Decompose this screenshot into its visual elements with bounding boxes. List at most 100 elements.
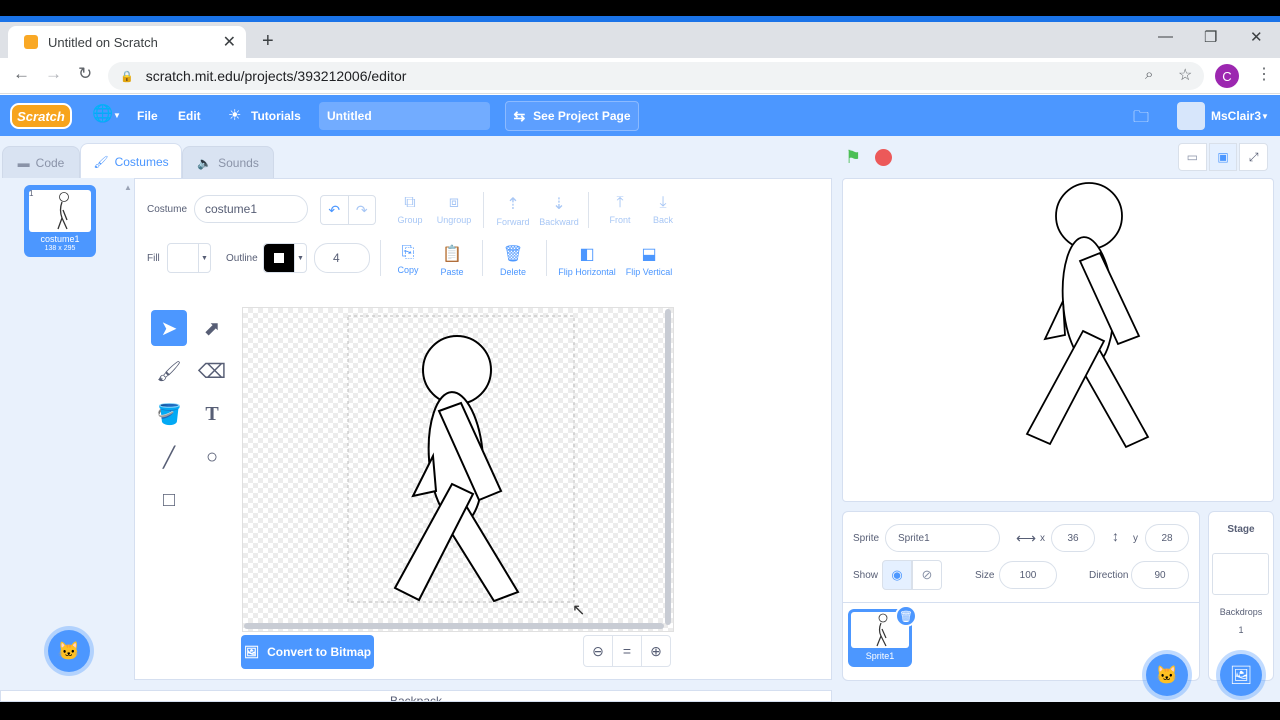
circle-tool[interactable]: ○: [194, 439, 230, 475]
stage-canvas[interactable]: [842, 178, 1274, 502]
forward-button[interactable]: ⇡ Forward: [491, 194, 535, 227]
canvas-horizontal-scrollbar[interactable]: [244, 623, 664, 629]
backpack-panel[interactable]: Backpack: [0, 690, 832, 702]
tab-costumes[interactable]: 🖌 Costumes: [80, 143, 182, 180]
backdrops-count: 1: [1238, 625, 1244, 635]
flip-vertical-icon: ⬓: [641, 246, 657, 263]
direction-input[interactable]: 90: [1131, 561, 1189, 589]
select-tool[interactable]: ➤: [151, 310, 187, 346]
brush-tool[interactable]: 🖌: [151, 353, 187, 389]
flip-vertical-button[interactable]: ⬓ Flip Vertical: [622, 244, 676, 277]
backward-button[interactable]: ⇣ Backward: [537, 194, 581, 227]
choose-sprite-button[interactable]: 🐱: [1146, 654, 1188, 696]
stage-size-toggle: ▭ ▣ ⤢: [1178, 143, 1269, 171]
line-tool[interactable]: ╱: [151, 439, 187, 475]
new-tab-button[interactable]: +: [262, 30, 274, 53]
forward-icon: ⇡: [506, 196, 520, 213]
redo-icon[interactable]: ↷: [349, 196, 376, 224]
back-icon: ⤓: [659, 194, 667, 211]
restore-button[interactable]: ❐: [1204, 28, 1217, 46]
fill-tool[interactable]: 🪣: [151, 396, 187, 432]
list-scroll-up-icon[interactable]: ▲: [124, 183, 132, 192]
bookmark-star-icon[interactable]: ☆: [1178, 65, 1192, 85]
file-menu[interactable]: File: [137, 109, 158, 123]
front-icon: ⤒: [616, 194, 624, 211]
fullscreen-icon[interactable]: ⤢: [1239, 143, 1269, 171]
trash-icon: 🗑: [502, 246, 524, 263]
costume-thumbnail[interactable]: 1 costume1 138 x 295: [24, 185, 96, 257]
sprite-name-input[interactable]: Sprite1: [885, 524, 1000, 552]
tab-sounds[interactable]: 🔈 Sounds: [182, 146, 274, 180]
copy-icon: ⎘: [401, 244, 415, 261]
copy-button[interactable]: ⎘ Copy: [386, 244, 430, 275]
zoom-reset-button[interactable]: =: [612, 635, 642, 667]
language-globe-icon[interactable]: 🌐: [92, 104, 113, 124]
backward-icon: ⇣: [552, 196, 566, 213]
size-input[interactable]: 100: [999, 561, 1057, 589]
my-stuff-folder-icon[interactable]: 🗀: [1133, 106, 1149, 133]
delete-button[interactable]: 🗑 Delete: [491, 244, 535, 277]
browser-menu-icon[interactable]: ⋮: [1256, 64, 1272, 84]
browser-tab[interactable]: Untitled on Scratch ✕: [8, 26, 246, 58]
zoom-out-button[interactable]: ⊖: [583, 635, 613, 667]
reshape-tool[interactable]: ⬈: [194, 310, 230, 346]
tab-code[interactable]: ▬ Code: [2, 146, 80, 180]
user-avatar[interactable]: [1177, 102, 1205, 130]
back-button[interactable]: ⤓ Back: [641, 194, 685, 225]
convert-to-bitmap-label: Convert to Bitmap: [267, 645, 372, 659]
flip-horizontal-button[interactable]: ◧ Flip Horizontal: [556, 244, 618, 277]
reload-icon[interactable]: ↻: [78, 64, 92, 84]
y-label: y: [1133, 533, 1138, 544]
drawing-canvas[interactable]: [242, 307, 674, 632]
delete-sprite-icon[interactable]: 🗑: [895, 605, 917, 627]
zoom-search-icon[interactable]: ⌕: [1145, 66, 1153, 83]
costume-name-input[interactable]: costume1: [194, 195, 308, 223]
back-label: Back: [652, 215, 673, 225]
back-arrow-icon[interactable]: ←: [13, 64, 30, 84]
group-label: Group: [397, 215, 423, 225]
canvas-vertical-scrollbar[interactable]: [665, 309, 671, 625]
group-button[interactable]: ⧉ Group: [388, 194, 432, 225]
forward-arrow-icon[interactable]: →: [45, 64, 62, 84]
url-bar[interactable]: 🔒 scratch.mit.edu/projects/393212006/edi…: [108, 62, 1204, 90]
backdrop-thumbnail[interactable]: [1212, 553, 1269, 595]
convert-to-bitmap-button[interactable]: 🖼 Convert to Bitmap: [241, 635, 374, 669]
project-title-input[interactable]: Untitled: [319, 102, 490, 130]
choose-backdrop-button[interactable]: 🖼: [1220, 654, 1262, 696]
account-caret-icon[interactable]: ▼: [1261, 112, 1269, 121]
tutorials-button[interactable]: Tutorials: [251, 109, 301, 123]
stop-sign-icon[interactable]: [875, 149, 892, 166]
x-input[interactable]: 36: [1051, 524, 1095, 552]
code-icon: ▬: [17, 156, 30, 170]
small-stage-icon[interactable]: ▭: [1178, 143, 1207, 171]
minimize-button[interactable]: —: [1158, 28, 1173, 45]
username[interactable]: MsClair3: [1211, 109, 1261, 123]
eraser-tool[interactable]: ⌫: [194, 353, 230, 389]
y-input[interactable]: 28: [1145, 524, 1189, 552]
tab-close-icon[interactable]: ✕: [223, 32, 236, 52]
ungroup-button[interactable]: ⧈ Ungroup: [432, 194, 476, 225]
eraser-icon: ⌫: [197, 360, 227, 383]
fill-color-picker[interactable]: ▼: [167, 243, 211, 273]
edit-menu[interactable]: Edit: [178, 109, 201, 123]
hide-eye-icon[interactable]: ⊘: [912, 560, 942, 590]
text-tool[interactable]: T: [194, 396, 230, 432]
choose-costume-button[interactable]: 🐱: [48, 630, 90, 672]
large-stage-icon[interactable]: ▣: [1208, 143, 1238, 171]
scratch-logo[interactable]: Scratch: [10, 103, 72, 129]
zoom-reset-label: =: [622, 643, 632, 659]
front-button[interactable]: ⤒ Front: [598, 194, 642, 225]
show-eye-icon[interactable]: ◉: [882, 560, 912, 590]
profile-avatar[interactable]: C: [1215, 64, 1239, 88]
window-close-button[interactable]: ✕: [1250, 28, 1263, 46]
see-project-page-button[interactable]: ⇆ See Project Page: [505, 101, 639, 131]
outline-caret-icon: ▼: [294, 244, 306, 272]
outline-color-picker[interactable]: ▼: [263, 243, 307, 273]
zoom-in-button[interactable]: ⊕: [641, 635, 671, 667]
undo-icon[interactable]: ↶: [321, 196, 349, 224]
outline-width-input[interactable]: 4: [314, 243, 370, 273]
rectangle-tool[interactable]: □: [151, 482, 187, 518]
green-flag-icon[interactable]: ⚑: [845, 147, 861, 168]
paste-button[interactable]: 📋 Paste: [430, 244, 474, 277]
stage-title: Stage: [1227, 524, 1255, 535]
